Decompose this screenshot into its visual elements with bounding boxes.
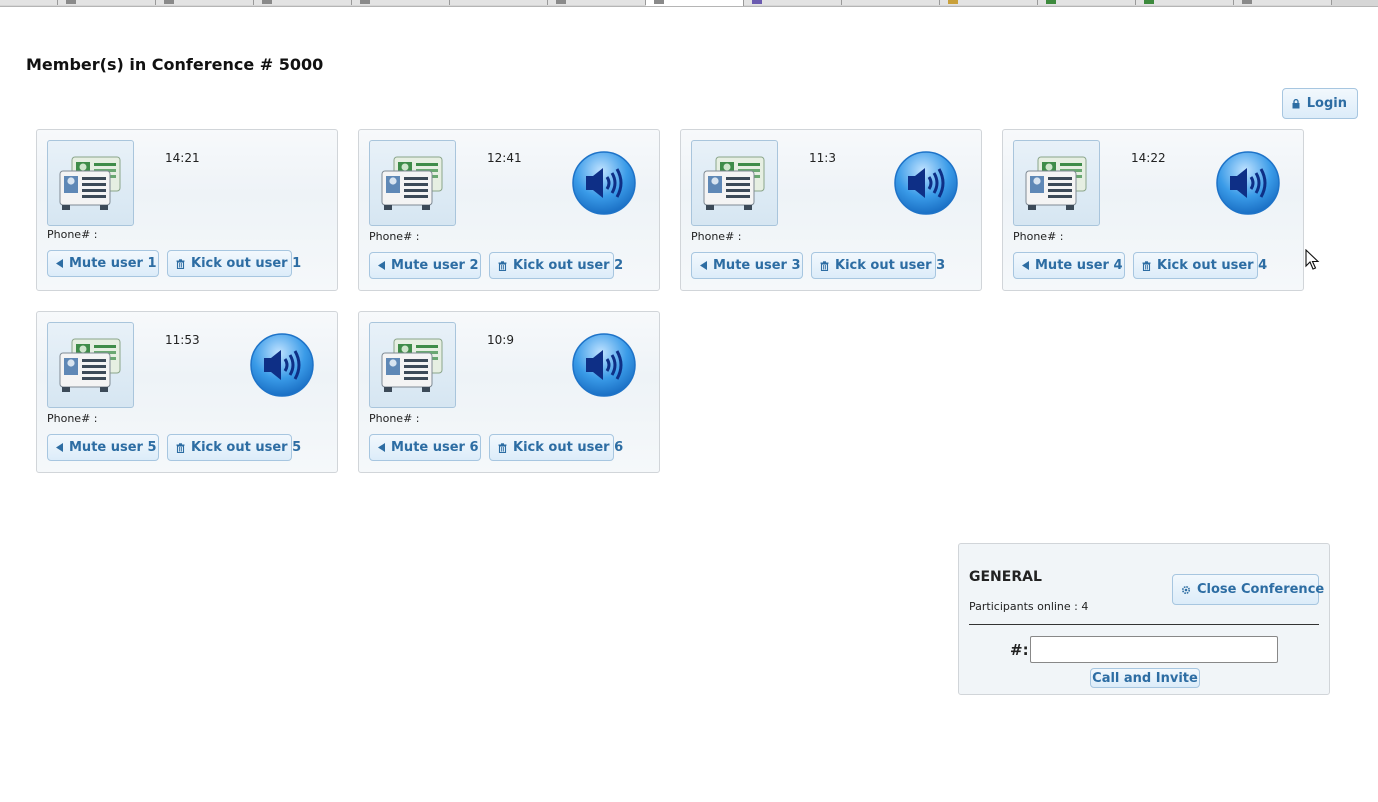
- browser-tab[interactable]: [156, 0, 254, 5]
- mouse-cursor-icon: [1305, 249, 1320, 270]
- kick-user-button[interactable]: Kick out user 1: [167, 250, 301, 277]
- contact-card-icon: [47, 322, 134, 408]
- trash-icon: [820, 260, 829, 272]
- kick-label: Kick out user 1: [191, 256, 302, 271]
- contact-card-icon: [1013, 140, 1100, 226]
- trash-icon: [176, 258, 185, 270]
- phone-label: Phone# :: [47, 228, 98, 241]
- trash-icon: [176, 442, 185, 454]
- triangle-left-icon: [700, 260, 707, 272]
- gear-icon: [1181, 584, 1191, 596]
- kick-user-button[interactable]: Kick out user 4: [1133, 252, 1267, 279]
- kick-user-button[interactable]: Kick out user 3: [811, 252, 945, 279]
- browser-tab[interactable]: [744, 0, 842, 5]
- browser-tab[interactable]: [352, 0, 450, 5]
- speaker-icon[interactable]: [571, 332, 637, 398]
- mute-user-button[interactable]: Mute user 1: [47, 250, 159, 277]
- speaker-icon[interactable]: [249, 332, 315, 398]
- trash-icon: [1142, 260, 1151, 272]
- mute-label: Mute user 5: [69, 440, 157, 455]
- mute-user-button[interactable]: Mute user 2: [369, 252, 481, 279]
- phone-label: Phone# :: [1013, 230, 1064, 243]
- trash-icon: [498, 260, 507, 272]
- kick-label: Kick out user 3: [835, 258, 946, 273]
- general-panel: GENERAL Participants online : 4 Close Co…: [958, 543, 1330, 695]
- browser-tab[interactable]: [940, 0, 1038, 5]
- member-card: 11:53 Phone# : Mute user 5 Kick out user…: [36, 311, 338, 473]
- triangle-left-icon: [56, 442, 63, 454]
- contact-card-icon: [369, 140, 456, 226]
- triangle-left-icon: [378, 260, 385, 272]
- mute-user-button[interactable]: Mute user 5: [47, 434, 159, 461]
- member-duration: 12:41: [487, 151, 522, 165]
- contact-card-icon: [47, 140, 134, 226]
- browser-tab[interactable]: [842, 0, 940, 5]
- login-button[interactable]: Login: [1282, 88, 1358, 119]
- phone-label: Phone# :: [369, 230, 420, 243]
- kick-label: Kick out user 5: [191, 440, 302, 455]
- mute-label: Mute user 3: [713, 258, 801, 273]
- number-label: #:: [1010, 641, 1029, 659]
- browser-tab[interactable]: [1234, 0, 1332, 5]
- browser-tab-strip: [0, 0, 1378, 7]
- kick-label: Kick out user 4: [1157, 258, 1268, 273]
- mute-user-button[interactable]: Mute user 3: [691, 252, 803, 279]
- triangle-left-icon: [56, 258, 63, 270]
- speaker-icon[interactable]: [571, 150, 637, 216]
- trash-icon: [498, 442, 507, 454]
- browser-tab-active[interactable]: [646, 0, 744, 6]
- mute-label: Mute user 1: [69, 256, 157, 271]
- triangle-left-icon: [1022, 260, 1029, 272]
- member-duration: 11:3: [809, 151, 836, 165]
- browser-tab[interactable]: [1038, 0, 1136, 5]
- member-duration: 10:9: [487, 333, 514, 347]
- contact-card-icon: [369, 322, 456, 408]
- participants-online: Participants online : 4: [969, 600, 1089, 613]
- member-duration: 14:21: [165, 151, 200, 165]
- browser-tab[interactable]: [0, 0, 58, 5]
- kick-label: Kick out user 6: [513, 440, 624, 455]
- lock-icon: [1291, 98, 1301, 110]
- contact-card-icon: [691, 140, 778, 226]
- call-and-invite-button[interactable]: Call and Invite: [1090, 668, 1200, 688]
- login-label: Login: [1306, 96, 1347, 111]
- mute-label: Mute user 6: [391, 440, 479, 455]
- close-conference-button[interactable]: Close Conference: [1172, 574, 1324, 605]
- member-card: 14:22 Phone# : Mute user 4 Kick out user…: [1002, 129, 1304, 291]
- browser-tab[interactable]: [1136, 0, 1234, 5]
- member-duration: 11:53: [165, 333, 200, 347]
- member-card: 10:9 Phone# : Mute user 6 Kick out user …: [358, 311, 660, 473]
- mute-user-button[interactable]: Mute user 6: [369, 434, 481, 461]
- mute-label: Mute user 2: [391, 258, 479, 273]
- page-title: Member(s) in Conference # 5000: [26, 55, 324, 74]
- general-title: GENERAL: [969, 569, 1042, 585]
- divider: [969, 624, 1319, 625]
- close-conference-label: Close Conference: [1197, 582, 1325, 597]
- kick-label: Kick out user 2: [513, 258, 624, 273]
- member-card: 11:3 Phone# : Mute user 3 Kick out user …: [680, 129, 982, 291]
- phone-label: Phone# :: [691, 230, 742, 243]
- kick-user-button[interactable]: Kick out user 6: [489, 434, 623, 461]
- member-card: 14:21 Phone# : Mute user 1 Kick out user…: [36, 129, 338, 291]
- member-card: 12:41 Phone# : Mute user 2 Kick out user…: [358, 129, 660, 291]
- browser-tab[interactable]: [58, 0, 156, 5]
- call-and-invite-label: Call and Invite: [1092, 670, 1198, 686]
- phone-label: Phone# :: [369, 412, 420, 425]
- browser-tab[interactable]: [254, 0, 352, 5]
- triangle-left-icon: [378, 442, 385, 454]
- phone-number-input[interactable]: [1030, 636, 1278, 663]
- speaker-icon[interactable]: [1215, 150, 1281, 216]
- phone-label: Phone# :: [47, 412, 98, 425]
- kick-user-button[interactable]: Kick out user 5: [167, 434, 301, 461]
- speaker-icon[interactable]: [893, 150, 959, 216]
- mute-user-button[interactable]: Mute user 4: [1013, 252, 1125, 279]
- mute-label: Mute user 4: [1035, 258, 1123, 273]
- member-duration: 14:22: [1131, 151, 1166, 165]
- browser-tab[interactable]: [548, 0, 646, 5]
- kick-user-button[interactable]: Kick out user 2: [489, 252, 623, 279]
- browser-tab[interactable]: [450, 0, 548, 5]
